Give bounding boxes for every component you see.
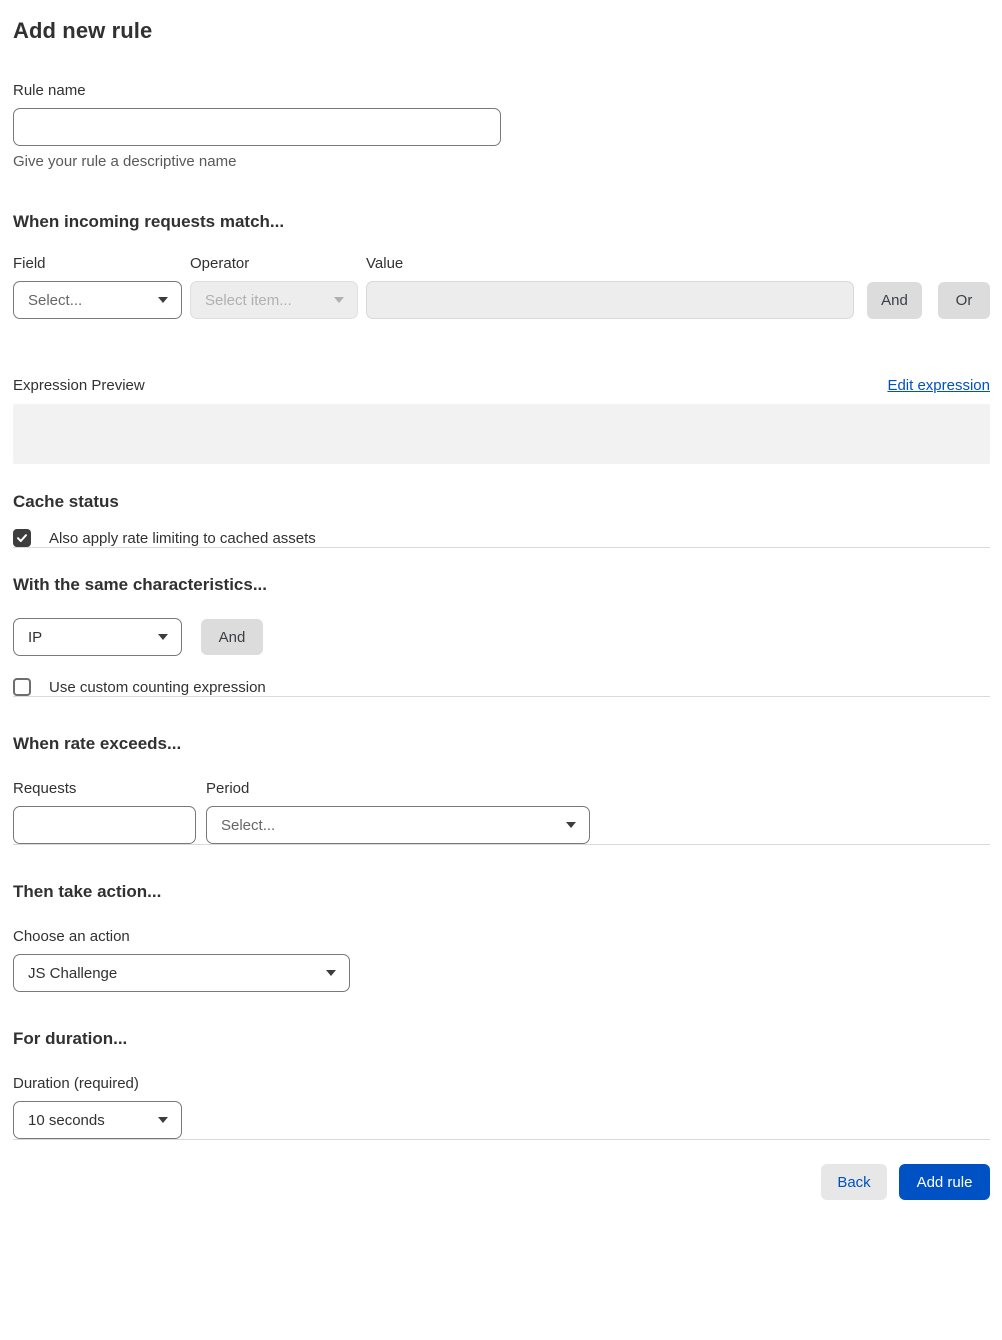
chevron-down-icon [158,1117,168,1123]
page-title: Add new rule [13,18,153,43]
divider [13,1139,990,1140]
period-column: Period Select... [206,780,590,844]
cache-status-section: Cache status Also apply rate limiting to… [13,492,990,547]
duration-label: Duration (required) [13,1075,139,1092]
rate-row: Requests Period Select... [13,780,990,844]
chevron-down-icon [326,970,336,976]
add-rule-button[interactable]: Add rule [899,1164,990,1200]
operator-select-value: Select item... [205,291,292,309]
custom-counting-checkbox[interactable] [13,678,31,696]
divider [13,844,990,845]
and-button[interactable]: And [867,282,922,319]
rule-name-help: Give your rule a descriptive name [13,153,237,170]
match-section: When incoming requests match... Field Se… [13,212,990,464]
operator-column: Operator Select item... [190,255,358,319]
period-select[interactable]: Select... [206,806,590,844]
action-select[interactable]: JS Challenge [13,954,350,992]
characteristics-heading: With the same characteristics... [13,575,268,594]
value-input [366,281,854,319]
rule-name-label: Rule name [13,82,86,99]
value-column: Value [366,255,854,319]
rule-name-input[interactable] [13,108,501,146]
action-heading: Then take action... [13,882,162,901]
characteristic-select[interactable]: IP [13,618,182,656]
checkmark-icon [17,534,27,542]
or-button[interactable]: Or [938,282,990,319]
field-column: Field Select... [13,255,182,319]
period-label: Period [206,780,250,797]
action-select-value: JS Challenge [28,964,118,982]
characteristics-and-button[interactable]: And [201,619,263,655]
requests-input[interactable] [13,806,196,844]
chevron-down-icon [158,634,168,640]
match-heading: When incoming requests match... [13,212,285,231]
duration-heading: For duration... [13,1029,128,1048]
requests-column: Requests [13,780,196,844]
divider [13,696,990,697]
duration-select[interactable]: 10 seconds [13,1101,182,1139]
operator-select: Select item... [190,281,358,319]
field-select[interactable]: Select... [13,281,182,319]
rate-heading: When rate exceeds... [13,734,182,753]
action-label: Choose an action [13,928,130,945]
expression-preview-header: Expression Preview Edit expression [13,377,990,394]
rate-section: When rate exceeds... Requests Period Sel… [13,734,990,844]
duration-section: For duration... Duration (required) 10 s… [13,1029,990,1139]
edit-expression-link[interactable]: Edit expression [887,377,990,394]
expression-preview-box [13,404,990,464]
cache-status-heading: Cache status [13,492,119,511]
operator-label: Operator [190,255,250,272]
rule-name-section: Rule name Give your rule a descriptive n… [13,82,990,170]
cached-assets-checkbox[interactable] [13,529,31,547]
footer-actions: Back Add rule [13,1164,990,1200]
expression-preview-label: Expression Preview [13,377,145,394]
duration-select-value: 10 seconds [28,1111,105,1129]
characteristic-select-value: IP [28,628,43,646]
characteristics-row: IP And [13,618,990,656]
custom-counting-checkbox-label: Use custom counting expression [49,678,266,696]
value-label: Value [366,255,404,272]
field-select-value: Select... [28,291,83,309]
add-rule-form: Add new rule Rule name Give your rule a … [0,0,1002,1214]
field-label: Field [13,255,46,272]
chevron-down-icon [334,297,344,303]
characteristics-section: With the same characteristics... IP And … [13,575,990,696]
back-button[interactable]: Back [821,1164,887,1200]
match-row: Field Select... Operator Select item... … [13,255,990,319]
action-section: Then take action... Choose an action JS … [13,882,990,992]
chevron-down-icon [158,297,168,303]
cached-assets-check-row: Also apply rate limiting to cached asset… [13,529,990,547]
chevron-down-icon [566,822,576,828]
divider [13,547,990,548]
period-select-value: Select... [221,816,276,834]
cached-assets-checkbox-label: Also apply rate limiting to cached asset… [49,529,316,547]
custom-counting-check-row: Use custom counting expression [13,678,990,696]
requests-label: Requests [13,780,77,797]
